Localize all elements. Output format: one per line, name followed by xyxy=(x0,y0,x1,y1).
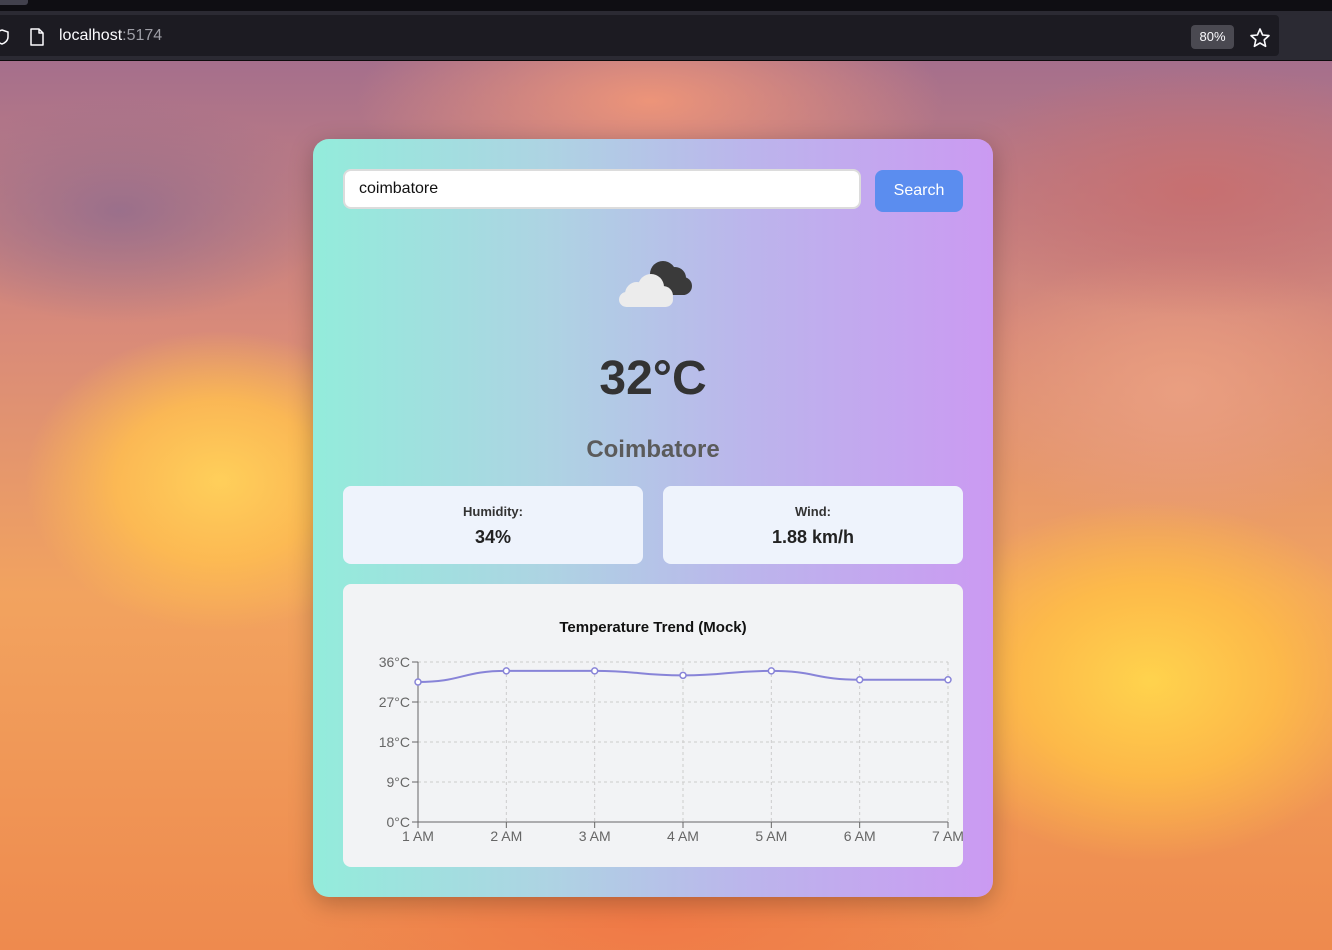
y-tick-label: 27°C xyxy=(379,694,410,710)
chart-grid xyxy=(418,661,949,822)
y-tick-label: 9°C xyxy=(387,774,411,790)
temperature-chart: Temperature Trend (Mock) 0°C 9°C 18°C 27°C 3… xyxy=(343,584,963,867)
wind-value: 1.88 km/h xyxy=(771,527,855,547)
url-text[interactable]: localhost:5174 xyxy=(59,27,162,45)
humidity-label: Humidity: xyxy=(463,504,523,519)
page-viewport: Search 32°C Coimbatore Humidity: 34% xyxy=(0,61,1332,950)
x-tick-label: 6 AM xyxy=(844,828,876,844)
address-bar[interactable]: localhost:5174 80% xyxy=(0,15,1279,56)
chart-tick-labels: 0°C9°C18°C27°C36°C1 AM 2 AM 3 AM 4 AM 5 AM 6 … xyxy=(379,654,963,844)
browser-tab[interactable] xyxy=(0,0,28,5)
cloudy-icon xyxy=(619,261,692,307)
browser-toolbar: localhost:5174 80% xyxy=(0,11,1332,61)
x-tick-label: 5 AM xyxy=(755,828,787,844)
temperature-chart-svg: Temperature Trend (Mock) 0°C9°C18°C27°C3… xyxy=(379,619,963,844)
x-tick-label: 2 AM xyxy=(490,828,522,844)
url-host: localhost xyxy=(59,27,123,44)
url-port: :5174 xyxy=(122,27,163,44)
search-button[interactable]: Search xyxy=(875,170,963,212)
data-point xyxy=(679,671,687,680)
page-icon xyxy=(30,28,44,46)
data-point xyxy=(502,667,511,675)
chart-axes xyxy=(412,661,949,828)
zoom-level-badge[interactable]: 80% xyxy=(1191,25,1234,49)
x-tick-label: 4 AM xyxy=(667,828,699,844)
x-tick-label: 3 AM xyxy=(579,828,611,844)
chart-title: Temperature Trend (Mock) xyxy=(559,619,746,636)
temperature-value: 32°C xyxy=(599,352,707,405)
data-point xyxy=(590,667,599,675)
data-point xyxy=(767,667,776,675)
data-point xyxy=(855,676,864,684)
y-tick-label: 18°C xyxy=(379,734,410,750)
data-point xyxy=(414,678,422,686)
weather-card: Search 32°C Coimbatore Humidity: 34% xyxy=(313,139,993,897)
city-name: Coimbatore xyxy=(586,436,720,463)
wind-label: Wind: xyxy=(795,504,831,519)
shield-icon[interactable] xyxy=(0,29,10,45)
browser-tab-strip xyxy=(0,0,1332,11)
city-search-input[interactable] xyxy=(343,169,861,209)
data-point xyxy=(944,676,952,684)
x-tick-label: 1 AM xyxy=(402,828,434,844)
humidity-value: 34% xyxy=(474,527,512,547)
bookmark-star-icon[interactable] xyxy=(1249,27,1271,49)
humidity-box: Humidity: 34% xyxy=(343,486,643,564)
y-tick-label: 36°C xyxy=(379,654,410,670)
wind-box: Wind: 1.88 km/h xyxy=(663,486,963,564)
x-tick-label: 7 AM xyxy=(932,828,963,844)
